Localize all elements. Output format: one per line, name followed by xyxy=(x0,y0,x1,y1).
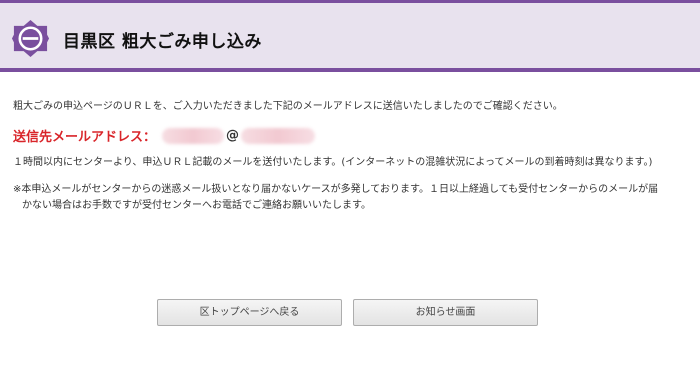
spam-warning-notice-line-1: ※本申込メールがセンターからの迷惑メール扱いとなり届かないケースが多発しておりま… xyxy=(13,184,659,195)
email-at-sign: @ xyxy=(226,128,240,143)
redacted-email-domain xyxy=(241,127,316,144)
page-title: 目黒区 粗大ごみ申し込み xyxy=(63,32,262,52)
email-address-row: 送信先メールアドレス： @ xyxy=(13,125,316,147)
email-address-label: 送信先メールアドレス： xyxy=(13,130,157,145)
back-to-top-page-button[interactable]: 区トップページへ戻る xyxy=(157,299,342,326)
delivery-time-notice: １時間以内にセンターより、申込ＵＲＬ記載のメールを送付いたします。(インターネッ… xyxy=(13,157,653,168)
spam-warning-notice-line-2: かない場合はお手数ですが受付センターへお電話でご連絡お願いいたします。 xyxy=(22,200,371,211)
meguro-ward-emblem-icon xyxy=(11,19,50,58)
intro-text: 粗大ごみの申込ページのＵＲＬを、ご入力いただきました下記のメールアドレスに送信い… xyxy=(13,101,563,112)
redacted-email-local-part xyxy=(162,127,225,144)
notice-screen-button[interactable]: お知らせ画面 xyxy=(353,299,538,326)
page-header: 目黒区 粗大ごみ申し込み xyxy=(0,0,700,72)
